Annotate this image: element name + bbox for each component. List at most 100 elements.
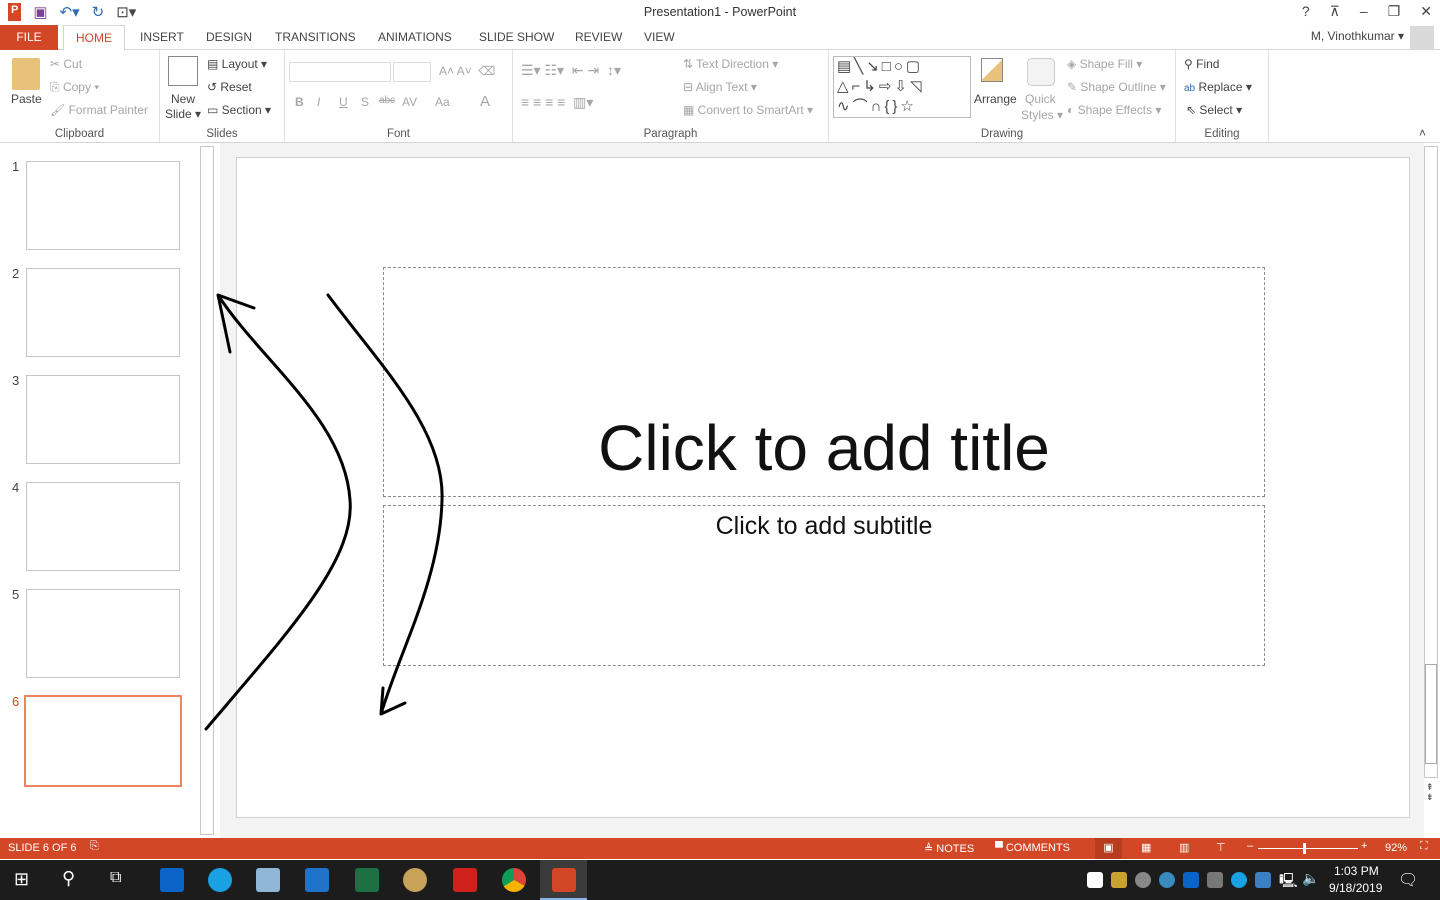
- tab-insert[interactable]: INSERT: [128, 25, 196, 50]
- italic-button[interactable]: I: [317, 95, 320, 109]
- paste-icon[interactable]: [12, 58, 40, 90]
- normal-view-button[interactable]: ▣: [1095, 838, 1122, 859]
- font-grow-shrink-icon[interactable]: A˄ A˅ ⌫: [439, 64, 495, 78]
- thumbnails-scrollbar[interactable]: [200, 146, 214, 835]
- intel-tray-icon[interactable]: [1255, 872, 1271, 888]
- tab-slide-show[interactable]: SLIDE SHOW: [467, 25, 566, 50]
- ribbon-display-options-icon[interactable]: ⊼: [1330, 3, 1340, 20]
- spell-check-icon[interactable]: ⎘: [90, 840, 99, 853]
- change-case-button[interactable]: Aa: [435, 95, 450, 109]
- new-slide-label[interactable]: Slide ▾: [165, 107, 201, 121]
- slide-thumbnail-4[interactable]: [26, 482, 180, 571]
- reset-button[interactable]: ↺ Reset: [207, 80, 252, 94]
- zoom-slider-thumb[interactable]: [1303, 843, 1306, 854]
- outlook-tray-icon[interactable]: [1183, 872, 1199, 888]
- comments-button[interactable]: ▀ COMMENTS: [995, 842, 1070, 854]
- desktop-icon[interactable]: [305, 868, 329, 892]
- network-globe-tray-icon[interactable]: [1159, 872, 1175, 888]
- shape-effects-button[interactable]: ◐ Shape Effects ▾: [1067, 103, 1161, 117]
- underline-button[interactable]: U: [339, 95, 348, 109]
- find-button[interactable]: ⚲ Find: [1184, 57, 1219, 71]
- tab-animations[interactable]: ANIMATIONS: [366, 25, 464, 50]
- arrange-button[interactable]: Arrange: [974, 92, 1017, 106]
- layout-button[interactable]: ▤ Layout ▾: [207, 57, 267, 71]
- zoom-level[interactable]: 92%: [1385, 842, 1407, 854]
- cut-button[interactable]: ✂ Cut: [50, 57, 82, 71]
- excel-icon[interactable]: [355, 868, 379, 892]
- chrome-icon[interactable]: [502, 868, 526, 892]
- quick-styles-icon[interactable]: [1027, 58, 1055, 86]
- slide-thumbnail-5[interactable]: [26, 589, 180, 678]
- notes-button[interactable]: ≜ NOTES: [924, 842, 974, 855]
- app-icon[interactable]: [256, 868, 280, 892]
- tab-transitions[interactable]: TRANSITIONS: [263, 25, 368, 50]
- text-direction-button[interactable]: ⇅ Text Direction ▾: [683, 57, 778, 71]
- shadow-button[interactable]: S: [361, 95, 369, 109]
- font-name-select[interactable]: [289, 62, 391, 82]
- subtitle-placeholder[interactable]: Click to add subtitle: [383, 505, 1265, 666]
- copy-button[interactable]: ⎘ Copy ▾: [50, 80, 99, 95]
- strikethrough-button[interactable]: abc: [379, 95, 395, 106]
- acrobat-icon[interactable]: [453, 868, 477, 892]
- skype-icon[interactable]: [208, 868, 232, 892]
- collapse-ribbon-icon[interactable]: ˄: [1419, 126, 1426, 140]
- quick-styles-button[interactable]: Quick: [1025, 92, 1056, 106]
- character-spacing-button[interactable]: AV: [402, 95, 417, 109]
- windows-start-icon[interactable]: ⊞: [14, 869, 29, 890]
- volume-icon[interactable]: 🔈: [1302, 870, 1319, 887]
- shape-fill-button[interactable]: ◈ Shape Fill ▾: [1067, 57, 1142, 71]
- convert-smartart-button[interactable]: ▦ Convert to SmartArt ▾: [683, 103, 813, 117]
- slide-sorter-button[interactable]: ▦: [1141, 841, 1151, 854]
- tab-view[interactable]: VIEW: [632, 25, 687, 50]
- onedrive-tray-icon[interactable]: [1207, 872, 1223, 888]
- sync-tray-icon[interactable]: [1135, 872, 1151, 888]
- font-size-select[interactable]: [393, 62, 431, 82]
- reading-view-button[interactable]: ▥: [1179, 841, 1189, 854]
- shape-outline-button[interactable]: ✎ Shape Outline ▾: [1067, 80, 1166, 94]
- scrollbar-thumb[interactable]: [1425, 664, 1437, 764]
- close-button[interactable]: ✕: [1420, 3, 1432, 20]
- avatar[interactable]: [1410, 26, 1434, 50]
- network-icon[interactable]: 🖳: [1279, 870, 1298, 894]
- slide-thumbnail-3[interactable]: [26, 375, 180, 464]
- tab-file[interactable]: FILE: [0, 25, 58, 50]
- search-icon[interactable]: ⚲: [62, 868, 75, 889]
- skype-tray-icon[interactable]: [1231, 872, 1247, 888]
- shield-tray-icon[interactable]: [1111, 872, 1127, 888]
- outlook-icon[interactable]: [160, 868, 184, 892]
- font-color-button[interactable]: A: [480, 93, 490, 110]
- slide-thumbnail-6[interactable]: [24, 695, 182, 787]
- user-account[interactable]: M, Vinothkumar ▾: [1311, 29, 1404, 43]
- tab-home[interactable]: HOME: [63, 25, 125, 51]
- paste-button[interactable]: Paste: [11, 92, 42, 106]
- prev-next-slide-icons[interactable]: ⇞ ⇟: [1426, 782, 1434, 802]
- list-indent-icons[interactable]: ☰▾ ☷▾ ⇤ ⇥ ↕▾: [521, 62, 621, 79]
- new-slide-button[interactable]: New: [171, 92, 195, 106]
- format-painter-button[interactable]: 🖌 Format Painter: [50, 103, 148, 117]
- select-button[interactable]: ⇖ Select ▾: [1186, 103, 1242, 117]
- slideshow-view-button[interactable]: ⊤: [1216, 841, 1226, 854]
- zoom-out-button[interactable]: –: [1247, 840, 1253, 852]
- fit-to-window-icon[interactable]: ⛶: [1420, 840, 1428, 853]
- restore-button[interactable]: ❐: [1388, 3, 1401, 20]
- shapes-gallery[interactable]: ▤╲↘□○▢ △⌐↳⇨⇩◹ ∿⌒∩{}☆: [833, 56, 971, 118]
- align-text-button[interactable]: ⊟ Align Text ▾: [683, 80, 757, 94]
- time[interactable]: 1:03 PM: [1334, 864, 1379, 878]
- quick-styles-label[interactable]: Styles ▾: [1021, 108, 1063, 122]
- slide-thumbnail-2[interactable]: [26, 268, 180, 357]
- action-center-icon[interactable]: 🗨: [1398, 870, 1418, 890]
- slide-thumbnail-1[interactable]: [26, 161, 180, 250]
- paint-icon[interactable]: [403, 868, 427, 892]
- help-button[interactable]: ?: [1302, 3, 1310, 20]
- security-tray-icon[interactable]: [1087, 872, 1103, 888]
- tab-review[interactable]: REVIEW: [563, 25, 634, 50]
- minimize-button[interactable]: –: [1360, 3, 1368, 20]
- zoom-in-button[interactable]: +: [1361, 840, 1367, 852]
- title-placeholder[interactable]: Click to add title: [383, 267, 1265, 497]
- tab-design[interactable]: DESIGN: [194, 25, 264, 50]
- bold-button[interactable]: B: [295, 95, 304, 109]
- arrange-icon[interactable]: [981, 58, 1003, 82]
- alignment-icons[interactable]: ≡ ≡ ≡ ≡ ▥▾: [521, 94, 593, 111]
- task-view-icon[interactable]: ⧉: [110, 869, 121, 887]
- section-button[interactable]: ▭ Section ▾: [207, 103, 271, 117]
